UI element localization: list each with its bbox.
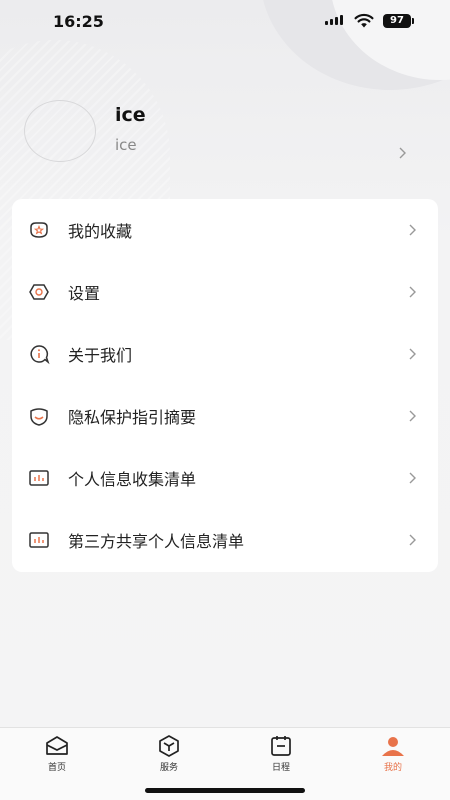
menu-item-label: 个人信息收集清单: [68, 470, 197, 489]
chevron-right-icon: [409, 534, 416, 546]
menu-item-label: 第三方共享个人信息清单: [68, 532, 245, 551]
wifi-icon: [354, 13, 374, 28]
list-chart-icon: [29, 470, 49, 486]
menu-item-label: 我的收藏: [68, 222, 133, 241]
menu-item-privacy-summary[interactable]: 隐私保护指引摘要: [12, 385, 438, 447]
menu-item-settings[interactable]: 设置: [12, 261, 438, 323]
home-icon: [46, 736, 68, 755]
menu-item-third-party-sharing-list[interactable]: 第三方共享个人信息清单: [12, 509, 438, 571]
settings-icon: [29, 284, 49, 300]
battery-icon: 97: [383, 14, 411, 28]
chevron-right-icon: [409, 348, 416, 360]
tab-schedule[interactable]: 日程: [251, 734, 311, 774]
chevron-right-icon: [409, 410, 416, 422]
home-indicator[interactable]: [145, 788, 305, 793]
status-bar: 16:25 97: [0, 0, 450, 44]
menu-item-label: 设置: [68, 284, 101, 303]
tab-home[interactable]: 首页: [27, 734, 87, 774]
profile-header[interactable]: ice ice: [0, 90, 450, 180]
about-icon: [30, 345, 50, 365]
tab-label: 我的: [383, 763, 402, 773]
tab-label: 首页: [47, 763, 66, 773]
tab-service[interactable]: 服务: [139, 734, 199, 774]
cellular-signal-icon: [325, 15, 343, 25]
tab-label: 服务: [159, 763, 178, 773]
profile-subtitle: ice: [115, 136, 137, 154]
menu-item-about[interactable]: 关于我们: [12, 323, 438, 385]
chevron-right-icon: [409, 224, 416, 236]
profile-icon: [382, 737, 404, 756]
profile-name: ice: [115, 104, 146, 126]
chevron-right-icon: [409, 472, 416, 484]
status-time: 16:25: [53, 12, 104, 31]
privacy-shield-icon: [30, 408, 48, 426]
tab-label: 日程: [271, 763, 290, 773]
menu-item-info-collection-list[interactable]: 个人信息收集清单: [12, 447, 438, 509]
chevron-right-icon: [399, 147, 406, 159]
list-chart-icon: [29, 532, 49, 548]
menu-item-label: 关于我们: [68, 346, 133, 365]
schedule-icon: [271, 736, 291, 756]
battery-tip: [412, 18, 414, 24]
menu-item-favorites[interactable]: 我的收藏: [12, 199, 438, 261]
avatar[interactable]: [24, 100, 96, 162]
menu-item-label: 隐私保护指引摘要: [68, 408, 197, 427]
menu-card: 我的收藏 设置 关于我们 隐私保护指引摘要 个人信息收集清单 第三方共享个人信息…: [12, 199, 438, 572]
favorite-icon: [30, 222, 48, 238]
chevron-right-icon: [409, 286, 416, 298]
tab-mine[interactable]: 我的: [363, 734, 423, 774]
service-box-icon: [159, 735, 179, 757]
